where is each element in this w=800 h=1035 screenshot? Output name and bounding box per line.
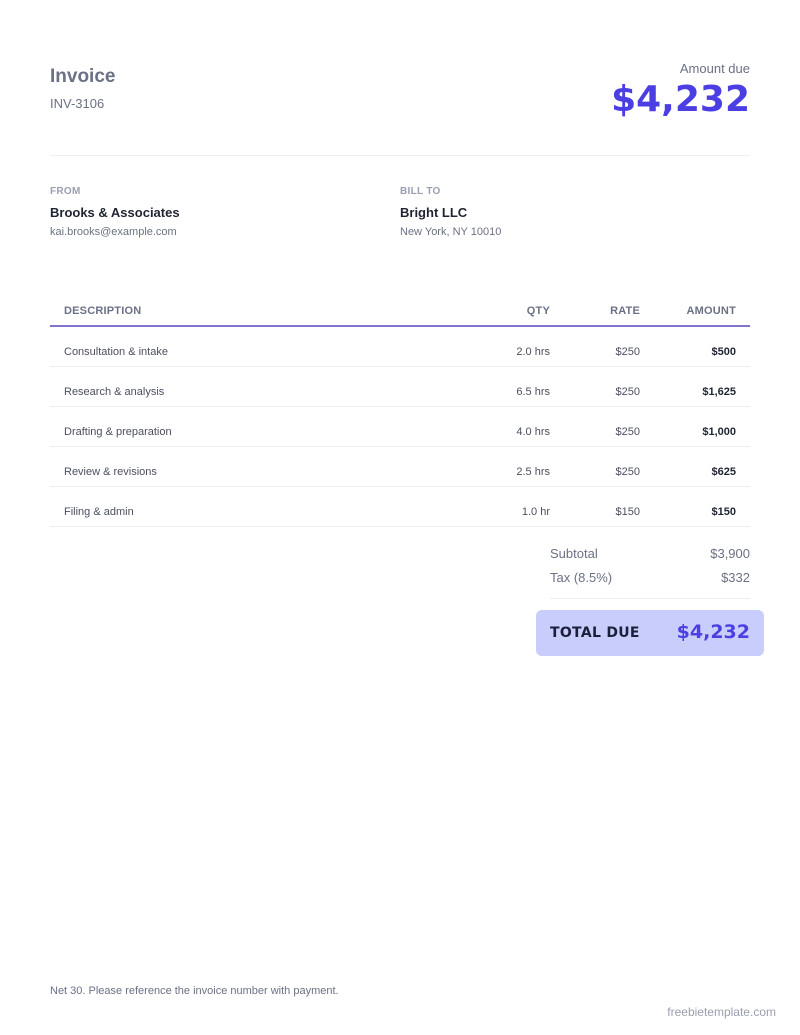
watermark-text: freebietemplate.com: [667, 1005, 776, 1019]
total-due-value: $4,232: [676, 621, 750, 643]
table-header: DESCRIPTION QTY RATE AMOUNT: [50, 295, 750, 327]
row-description: Research & analysis: [64, 386, 165, 398]
from-block: FROM Brooks & Associates kai.brooks@exam…: [50, 186, 390, 239]
row-qty: 2.0 hrs: [516, 346, 550, 358]
table-row: Drafting & preparation 4.0 hrs $250 $1,0…: [50, 407, 750, 447]
row-rate: $150: [615, 506, 640, 518]
row-qty: 1.0 hr: [521, 506, 550, 518]
row-description: Drafting & preparation: [64, 426, 172, 438]
header-amount: AMOUNT: [686, 305, 736, 317]
tax-line: Tax (8.5%) $332: [550, 569, 750, 593]
header-rate: RATE: [610, 305, 640, 317]
totals-divider: [550, 598, 750, 599]
subtotal-line: Subtotal $3,900: [550, 545, 750, 569]
tax-value: $332: [721, 570, 750, 585]
header-description: DESCRIPTION: [64, 305, 142, 317]
total-due-label: TOTAL DUE: [550, 625, 640, 641]
row-amount: $1,625: [702, 386, 736, 398]
amount-due-block: Amount due $4,232: [611, 61, 750, 122]
row-amount: $150: [711, 506, 736, 518]
from-label: FROM: [50, 186, 81, 197]
header-divider: [50, 155, 750, 156]
subtotal-value: $3,900: [710, 546, 750, 561]
row-rate: $250: [615, 346, 640, 358]
line-items-table: DESCRIPTION QTY RATE AMOUNT Consultation…: [50, 295, 750, 527]
row-description: Review & revisions: [64, 466, 157, 478]
header-qty: QTY: [526, 305, 550, 317]
row-amount: $1,000: [702, 426, 736, 438]
from-name: Brooks & Associates: [50, 205, 180, 220]
table-row: Consultation & intake 2.0 hrs $250 $500: [50, 327, 750, 367]
total-due-box: TOTAL DUE $4,232: [536, 610, 764, 656]
invoice-header: Invoice INV-3106: [50, 65, 115, 112]
row-amount: $625: [711, 466, 736, 478]
row-qty: 6.5 hrs: [516, 386, 550, 398]
row-qty: 4.0 hrs: [516, 426, 550, 438]
tax-label: Tax (8.5%): [550, 570, 613, 585]
bill-to-block: BILL TO Bright LLC New York, NY 10010: [400, 186, 740, 239]
row-rate: $250: [615, 386, 640, 398]
bill-to-name: Bright LLC: [400, 205, 468, 220]
row-rate: $250: [615, 466, 640, 478]
row-amount: $500: [711, 346, 736, 358]
amount-due-value: $4,232: [611, 79, 750, 120]
invoice-title: Invoice: [50, 66, 116, 87]
table-row: Research & analysis 6.5 hrs $250 $1,625: [50, 367, 750, 407]
row-description: Filing & admin: [64, 506, 134, 518]
amount-due-label: Amount due: [679, 61, 750, 76]
row-rate: $250: [615, 426, 640, 438]
bill-to-label: BILL TO: [400, 186, 441, 197]
table-row: Filing & admin 1.0 hr $150 $150: [50, 487, 750, 527]
bill-to-address: New York, NY 10010: [400, 226, 502, 238]
row-qty: 2.5 hrs: [516, 466, 550, 478]
from-email: kai.brooks@example.com: [50, 226, 177, 238]
totals-block: Subtotal $3,900 Tax (8.5%) $332: [550, 545, 750, 599]
invoice-number: INV-3106: [50, 96, 105, 111]
table-row: Review & revisions 2.5 hrs $250 $625: [50, 447, 750, 487]
subtotal-label: Subtotal: [550, 546, 598, 561]
row-description: Consultation & intake: [64, 346, 168, 358]
payment-terms-note: Net 30. Please reference the invoice num…: [50, 985, 339, 997]
